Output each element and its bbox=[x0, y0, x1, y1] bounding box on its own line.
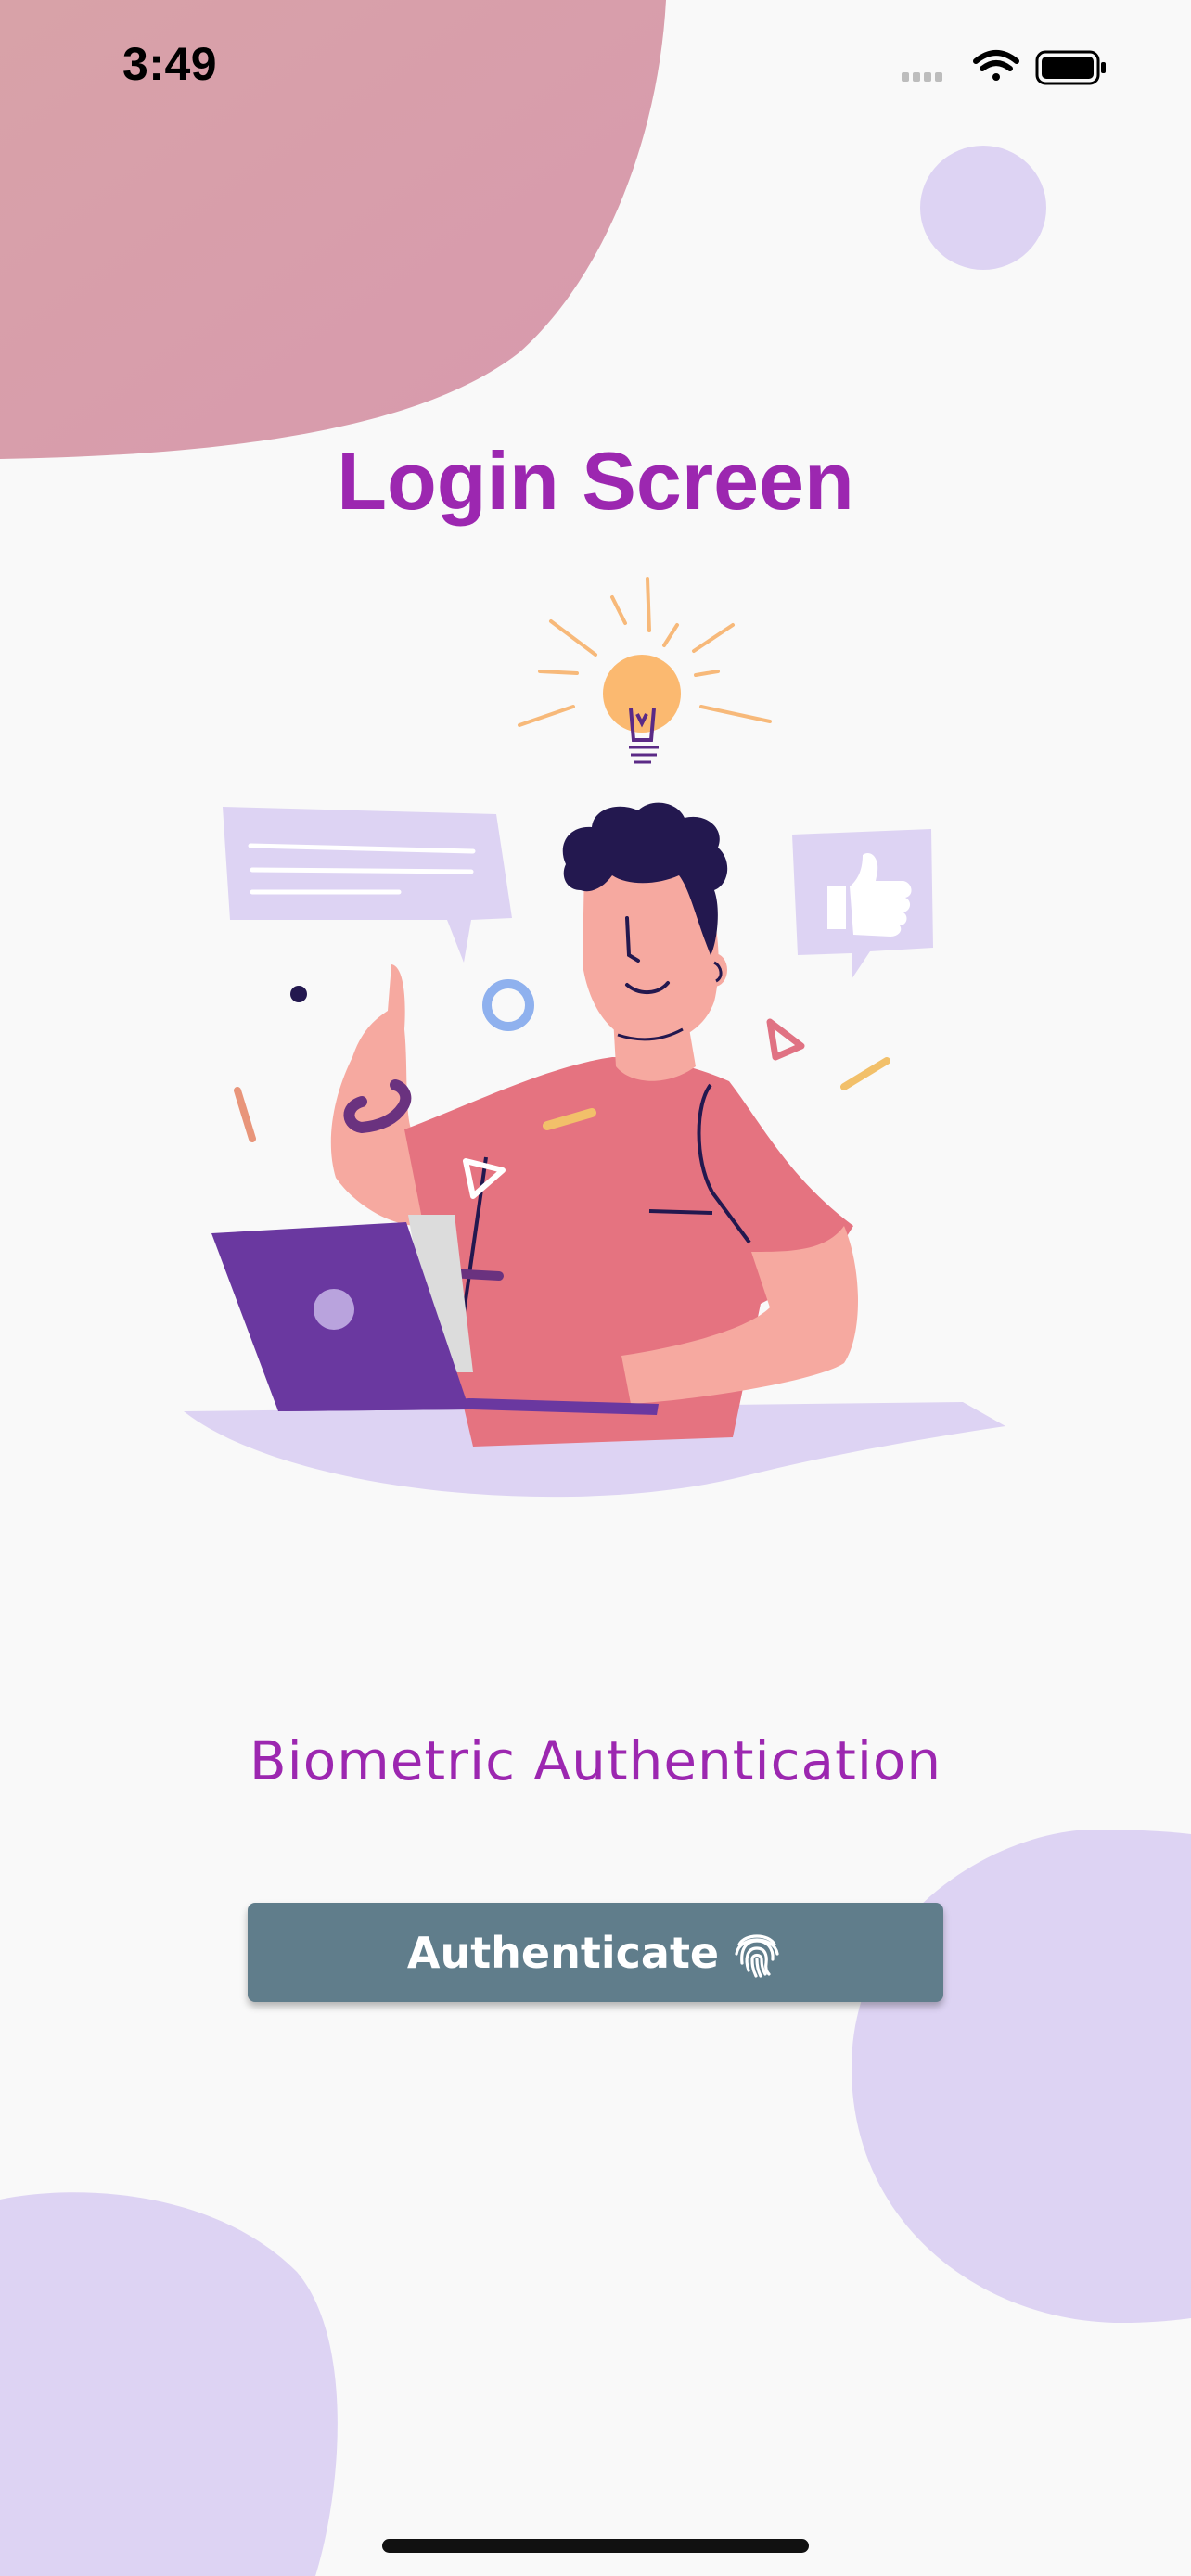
top-right-small-circle bbox=[920, 146, 1046, 270]
ear bbox=[701, 953, 727, 987]
status-icons bbox=[902, 50, 1106, 85]
authenticate-label: Authenticate bbox=[406, 1927, 720, 1978]
home-indicator[interactable] bbox=[382, 2539, 809, 2553]
biometric-subtitle: Biometric Authentication bbox=[249, 1729, 942, 1792]
dot-decoration bbox=[290, 986, 307, 1002]
lightbulb-icon bbox=[603, 655, 681, 764]
bottom-left-lavender-blob bbox=[0, 2192, 338, 2576]
person-laptop-illustration bbox=[184, 577, 1005, 1498]
login-screen: 3:49 Login Screen Biometric Authenticati… bbox=[0, 0, 1191, 2576]
status-time: 3:49 bbox=[122, 38, 218, 90]
signal-icon bbox=[902, 72, 942, 82]
stroke-decoration-right bbox=[840, 1057, 890, 1090]
triangle-decoration bbox=[766, 1018, 805, 1061]
status-bar: 3:49 bbox=[0, 0, 1191, 139]
battery-icon bbox=[1035, 50, 1106, 85]
wifi-icon bbox=[973, 50, 1019, 81]
stroke-decoration-left bbox=[234, 1087, 256, 1142]
speech-bubble-left bbox=[223, 807, 512, 963]
authenticate-button[interactable]: Authenticate bbox=[248, 1903, 943, 2002]
fingerprint-icon bbox=[735, 1933, 779, 1978]
page-title: Login Screen bbox=[337, 435, 854, 527]
shirt-line-4 bbox=[648, 1209, 713, 1215]
ring-decoration bbox=[482, 979, 534, 1031]
thumbs-up-bubble bbox=[792, 829, 933, 979]
